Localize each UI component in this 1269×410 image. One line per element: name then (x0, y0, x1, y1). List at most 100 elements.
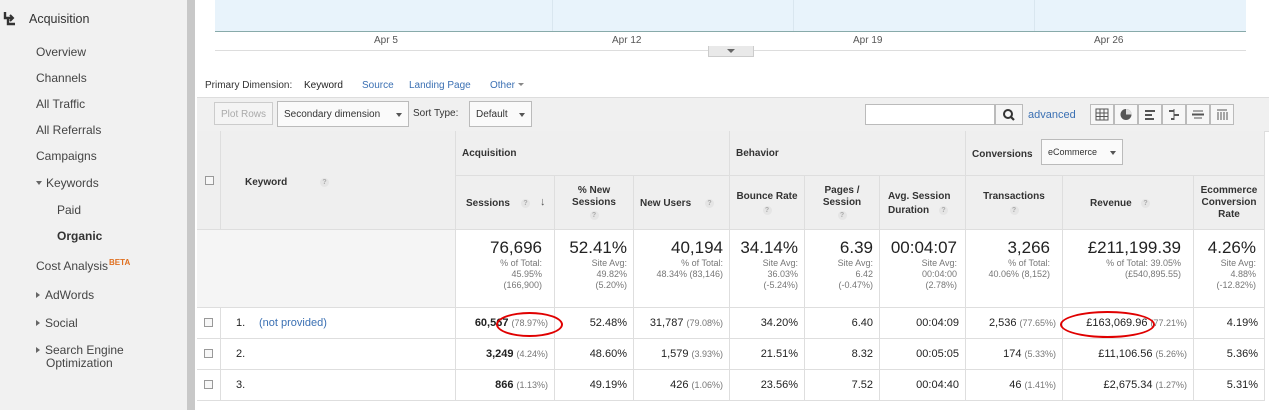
bar-list-icon (1145, 110, 1155, 120)
help-icon[interactable]: ? (589, 211, 599, 220)
help-icon[interactable]: ? (1009, 205, 1019, 215)
header-transactions[interactable]: Transactions? (966, 176, 1063, 230)
header-keyword[interactable]: Keyword? (221, 131, 456, 230)
sidebar-item-paid[interactable]: Paid (57, 203, 81, 217)
sidebar-item-label-line2: Optimization (46, 356, 113, 370)
cell-bounce-rate: 34.20% (730, 308, 805, 339)
secondary-dimension-select[interactable]: Secondary dimension (277, 101, 409, 127)
help-icon[interactable]: ? (521, 199, 530, 208)
sidebar-item-all-traffic[interactable]: All Traffic (36, 97, 85, 111)
header-pct-new-sessions[interactable]: % New Sessions? (555, 176, 634, 230)
cell-sessions: 866 (1.13%) (456, 370, 555, 401)
sidebar-item-overview[interactable]: Overview (36, 45, 86, 59)
total-note: (166,900) (503, 280, 542, 290)
keyword-header-label: Keyword (245, 177, 288, 188)
advanced-filter-link[interactable]: advanced (1028, 109, 1076, 121)
cell-percentage: (77.21%) (1150, 318, 1187, 328)
header-line: Ecommerce (1200, 184, 1258, 196)
total-new-users: 40,194% of Total: 48.34% (83,146) (634, 230, 730, 308)
view-pie-button[interactable] (1114, 104, 1138, 125)
total-value: 3,266 (1007, 238, 1050, 257)
cell-avg-session-duration: 00:05:05 (880, 339, 966, 370)
cell-avg-session-duration: 00:04:40 (880, 370, 966, 401)
sidebar-item-seo[interactable]: Search Engine Optimization (36, 344, 124, 370)
cell-revenue: £11,106.56 (5.26%) (1063, 339, 1194, 370)
search-button[interactable] (995, 104, 1023, 125)
view-pivot-button[interactable] (1210, 104, 1234, 125)
total-note: (£540,895.55) (1124, 269, 1181, 279)
view-term-cloud-button[interactable] (1186, 104, 1210, 125)
view-comparison-button[interactable] (1162, 104, 1186, 125)
header-pages-session[interactable]: Pages / Session? (805, 176, 880, 230)
plot-rows-button[interactable]: Plot Rows (214, 102, 273, 125)
sidebar-item-all-referrals[interactable]: All Referrals (36, 123, 101, 137)
table-view-icon (1095, 108, 1109, 121)
total-note: (-12.82%) (1216, 280, 1256, 290)
search-icon (1003, 109, 1015, 121)
row-keyword-cell: 2. (221, 339, 456, 370)
primary-dimension-other[interactable]: Other (490, 80, 525, 91)
cell-percentage: (1.27%) (1155, 380, 1187, 390)
table-search-input[interactable] (865, 104, 995, 125)
chart-x-label: Apr 12 (612, 35, 642, 46)
chart-x-label: Apr 5 (374, 35, 398, 46)
expand-right-icon (36, 292, 40, 298)
help-icon[interactable]: ? (320, 178, 329, 187)
chart-collapse-toggle[interactable] (708, 46, 754, 57)
header-avg-session-duration[interactable]: Avg. Session Duration? (880, 176, 966, 230)
cell-value: 5.36% (1226, 348, 1258, 360)
header-revenue[interactable]: Revenue? (1063, 176, 1194, 230)
cell-value: £11,106.56 (1098, 348, 1153, 360)
sidebar-item-cost-analysis[interactable]: Cost AnalysisBETA (36, 258, 130, 273)
select-all-checkbox[interactable] (205, 176, 214, 185)
help-icon[interactable]: ? (705, 199, 714, 208)
cell-value: 8.32 (851, 348, 873, 360)
cell-percentage: (5.33%) (1024, 349, 1056, 359)
primary-dimension-source[interactable]: Source (362, 80, 394, 91)
view-table-button[interactable] (1090, 104, 1114, 125)
row-checkbox-cell (197, 339, 221, 370)
header-bounce-rate[interactable]: Bounce Rate? (730, 176, 805, 230)
header-new-users[interactable]: New Users? (634, 176, 730, 230)
row-keyword-link[interactable]: (not provided) (259, 308, 327, 338)
total-avg-session-duration: 00:04:07 Site Avg: 00:04:00 (2.78%) (880, 230, 966, 308)
sidebar-item-adwords[interactable]: AdWords (36, 288, 94, 302)
header-ecommerce-conversion-rate[interactable]: Ecommerce Conversion Rate (1194, 176, 1265, 230)
conversions-type-select[interactable]: eCommerce (1041, 139, 1123, 165)
total-note: 40.06% (8,152) (988, 269, 1050, 279)
cell-new-users: 31,787 (79.08%) (634, 308, 730, 339)
cell-pages-session: 8.32 (805, 339, 880, 370)
row-index: 2. (236, 348, 246, 360)
header-line: Pages / (824, 185, 860, 196)
sidebar-section-acquisition[interactable]: Acquisition (29, 12, 89, 26)
total-note: Site Avg: (921, 258, 957, 268)
totals-blank-cell (197, 230, 456, 308)
sort-arrow-down-icon[interactable]: ↓ (540, 196, 546, 208)
header-line: Session (822, 197, 862, 208)
cell-value: 34.20% (760, 317, 798, 329)
sidebar-scrollbar[interactable] (187, 0, 195, 410)
cell-value: 866 (495, 379, 514, 391)
sidebar-item-keywords[interactable]: Keywords (36, 176, 99, 190)
sort-type-select[interactable]: Default (469, 101, 532, 127)
help-icon[interactable]: ? (939, 206, 948, 215)
row-checkbox[interactable] (204, 349, 213, 358)
help-icon[interactable]: ? (837, 211, 847, 220)
primary-dimension-landing-page[interactable]: Landing Page (409, 80, 471, 91)
primary-dimension-keyword[interactable]: Keyword (304, 80, 343, 91)
header-line: Rate (1218, 208, 1240, 220)
row-checkbox[interactable] (204, 318, 213, 327)
view-performance-button[interactable] (1138, 104, 1162, 125)
row-checkbox[interactable] (204, 380, 213, 389)
total-transactions: 3,266% of Total: 40.06% (8,152) (966, 230, 1063, 308)
total-note: 36.03% (767, 269, 798, 279)
sidebar-item-campaigns[interactable]: Campaigns (36, 149, 97, 163)
help-icon[interactable]: ? (1141, 199, 1150, 208)
help-icon[interactable]: ? (762, 205, 772, 215)
sidebar-item-channels[interactable]: Channels (36, 71, 87, 85)
cell-pages-session: 6.40 (805, 308, 880, 339)
sidebar-item-organic[interactable]: Organic (57, 229, 102, 243)
header-line: Transactions (983, 190, 1045, 202)
header-sessions[interactable]: Sessions? ↓ (456, 176, 555, 230)
sidebar-item-social[interactable]: Social (36, 316, 78, 330)
